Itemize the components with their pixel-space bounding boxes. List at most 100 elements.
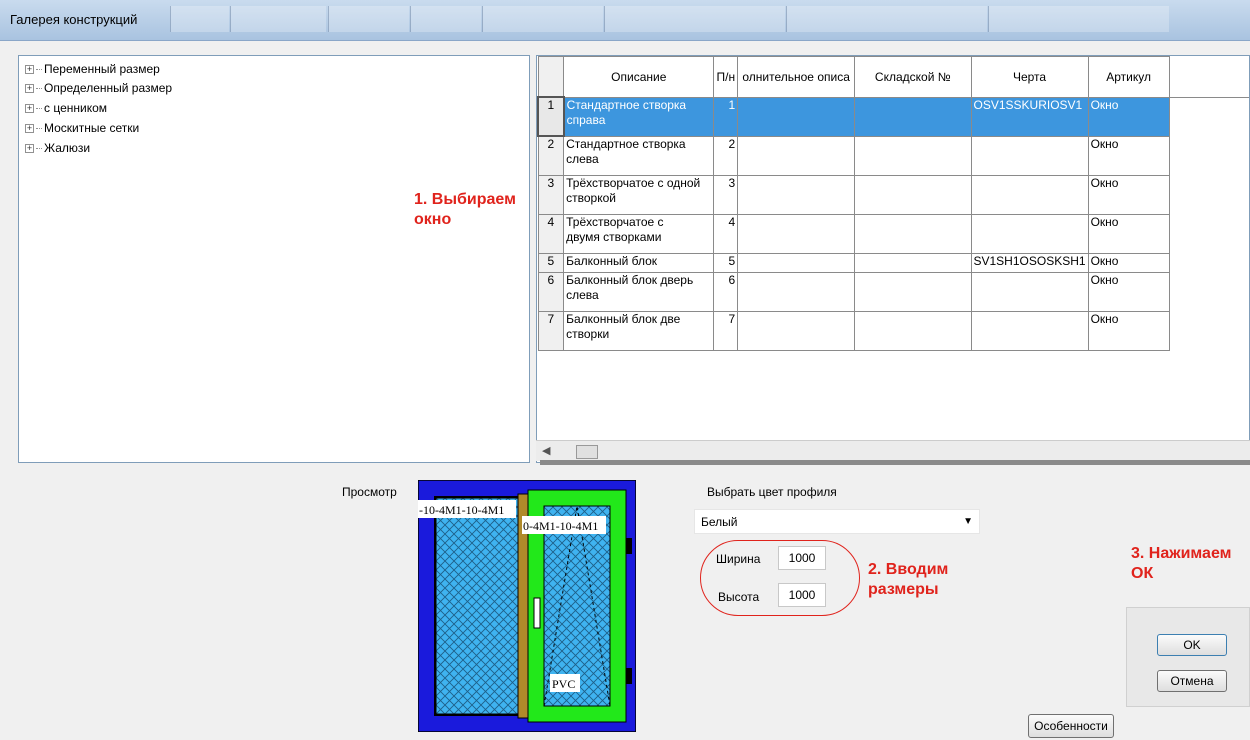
article-cell[interactable]: Окно [1087,135,1170,176]
expand-icon[interactable]: + [25,103,34,113]
article-cell[interactable]: Окно [1087,252,1170,273]
features-button[interactable]: Особенности [1028,714,1114,738]
stock-number-cell[interactable] [854,213,972,254]
description-cell[interactable]: Балконный блок две створки [563,310,715,351]
scroll-thumb[interactable] [576,445,598,459]
table-row[interactable]: 3 Трёхстворчатое с одной створкой 3 Окно [537,174,1249,215]
expand-icon[interactable]: + [25,64,34,74]
tree-connector [36,87,42,89]
pn-cell[interactable]: 4 [713,213,739,254]
background-tab [604,6,785,32]
table-row[interactable]: 1 Стандартное створка справа 1 OSV1SSKURIOSV… [537,96,1249,137]
article-cell[interactable]: Окно [1087,213,1170,254]
extra-description-cell[interactable] [737,96,856,137]
extra-description-cell[interactable] [737,252,856,273]
step3-annotation: 3. Нажимаем ОК [1131,544,1231,584]
tree-item-variable-size[interactable]: + Переменный размер [25,61,160,77]
description-cell[interactable]: Трёхстворчатое с двумя створками [563,213,715,254]
cancel-button[interactable]: Отмена [1157,670,1227,692]
height-input[interactable]: 1000 [778,583,826,607]
pn-cell[interactable]: 6 [713,271,739,312]
description-cell[interactable]: Стандартное створка слева [563,135,715,176]
table-row[interactable]: 6 Балконный блок дверь слева 6 Окно [537,271,1249,312]
description-cell[interactable]: Трёхстворчатое с одной створкой [563,174,715,215]
stock-number-cell[interactable] [854,174,972,215]
horizontal-scrollbar[interactable]: ◀ [536,440,1250,461]
row-number[interactable]: 5 [537,252,565,273]
tree-item-mosquito-nets[interactable]: + Москитные сетки [25,120,139,136]
drawing-cell[interactable]: OSV1SSKURIOSV1 [970,96,1089,137]
table-row[interactable]: 2 Стандартное створка слева 2 Окно [537,135,1249,176]
expand-icon[interactable]: + [25,83,34,93]
description-cell[interactable]: Балконный блок [563,252,715,273]
drawing-cell[interactable] [970,271,1089,312]
column-header[interactable]: П/н [713,56,739,98]
background-tab [410,6,481,32]
stock-number-cell[interactable] [854,135,972,176]
pn-cell[interactable]: 2 [713,135,739,176]
table-row[interactable]: 7 Балконный блок две створки 7 Окно [537,310,1249,351]
column-header[interactable]: Описание [563,56,715,98]
width-input[interactable]: 1000 [778,546,826,570]
column-header[interactable]: Черта [970,56,1089,98]
drawing-cell[interactable] [970,213,1089,254]
description-cell[interactable]: Стандартное створка справа [563,96,715,137]
drawing-cell[interactable] [970,310,1089,351]
article-cell[interactable]: Окно [1087,310,1170,351]
tree-item-with-price[interactable]: + с ценником [25,100,107,116]
profile-color-select[interactable]: Белый ▼ [694,509,980,534]
construction-tree[interactable]: + Переменный размер + Определенный разме… [18,55,530,463]
drawing-cell[interactable] [970,135,1089,176]
row-number[interactable]: 6 [537,271,565,312]
pn-cell[interactable]: 1 [713,96,739,137]
article-cell[interactable]: Окно [1087,271,1170,312]
hinge [626,538,632,554]
stock-number-cell[interactable] [854,252,972,273]
drawing-cell[interactable]: SV1SH1OSOSKSH1 [970,252,1089,273]
column-header[interactable]: Артикул [1087,56,1170,98]
tree-item-blinds[interactable]: + Жалюзи [25,140,90,156]
tree-item-label: с ценником [44,101,108,115]
row-number[interactable]: 1 [537,96,565,137]
row-number[interactable]: 3 [537,174,565,215]
extra-description-cell[interactable] [737,310,856,351]
preview-label: Просмотр [342,485,397,499]
expand-icon[interactable]: + [25,123,34,133]
tree-item-label: Определенный размер [44,81,173,95]
article-cell[interactable]: Окно [1087,174,1170,215]
extra-description-cell[interactable] [737,135,856,176]
window-drawing: -10-4M1-10-4M1 0-4M1-10-4M1 PVC [417,479,637,733]
stock-number-cell[interactable] [854,96,972,137]
extra-description-cell[interactable] [737,213,856,254]
description-line: Трёхстворчатое с одной [566,175,701,190]
expand-icon[interactable]: + [25,143,34,153]
column-header[interactable]: Складской № [854,56,972,98]
scroll-left-icon[interactable]: ◀ [542,444,550,457]
empty-header [1168,56,1249,98]
ok-button[interactable]: OK [1157,634,1227,656]
tree-connector [36,68,42,70]
article-cell[interactable]: Окно [1087,96,1170,137]
pn-cell[interactable]: 5 [713,252,739,273]
annotation-line: 1. Выбираем [414,191,516,208]
row-number[interactable]: 2 [537,135,565,176]
tree-item-label: Жалюзи [44,141,91,155]
row-number[interactable]: 4 [537,213,565,254]
drawing-cell[interactable] [970,174,1089,215]
description-cell[interactable]: Балконный блок дверь слева [563,271,715,312]
extra-description-cell[interactable] [737,271,856,312]
stock-number-cell[interactable] [854,271,972,312]
column-header[interactable]: олнительное описа [737,56,856,98]
extra-description-cell[interactable] [737,174,856,215]
row-number[interactable]: 7 [537,310,565,351]
tree-item-defined-size[interactable]: + Определенный размер [25,80,172,96]
stock-number-cell[interactable] [854,310,972,351]
pn-cell[interactable]: 7 [713,310,739,351]
pn-cell[interactable]: 3 [713,174,739,215]
table-row[interactable]: 4 Трёхстворчатое с двумя створками 4 Окно [537,213,1249,254]
annotation-line: размеры [868,581,939,598]
constructions-grid[interactable]: Описание П/н олнительное описа Складской… [536,55,1250,463]
chevron-down-icon[interactable]: ▼ [963,516,973,527]
table-row[interactable]: 5 Балконный блок 5 SV1SH1OSOSKSH1 Окно [537,252,1249,273]
description-line: створки [566,326,610,341]
